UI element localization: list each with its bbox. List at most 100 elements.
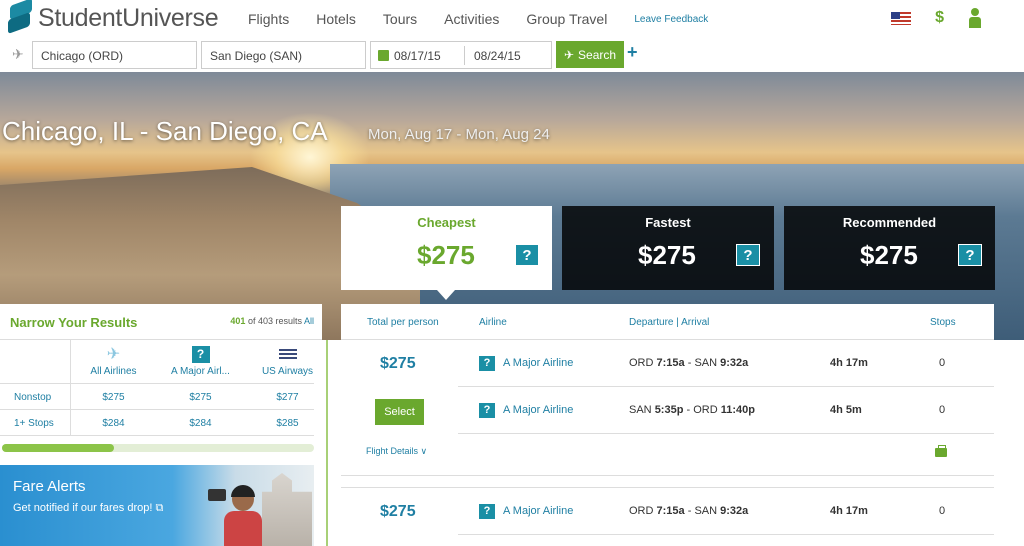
leg-times: ORD 7:15a - SAN 9:32a (629, 505, 749, 517)
return-date-input[interactable]: 08/24/15 (474, 49, 521, 63)
tab-cheapest[interactable]: Cheapest $275 ? (341, 206, 552, 290)
filter-col-label: US Airways (261, 366, 314, 377)
help-icon[interactable]: ? (479, 356, 495, 371)
leg-duration: 4h 5m (830, 404, 862, 416)
result-price: $275 (380, 355, 416, 372)
plane-icon: ✈ (12, 46, 24, 62)
leg-times: SAN 5:35p - ORD 11:40p (629, 404, 755, 416)
route-title: Chicago, IL - San Diego, CA (2, 116, 328, 146)
destination-input[interactable]: San Diego (SAN) (201, 41, 366, 69)
leg-duration: 4h 17m (830, 357, 868, 369)
nav-link-group-travel[interactable]: Group Travel (526, 11, 607, 27)
nav-link-tours[interactable]: Tours (383, 11, 417, 27)
leg-stops: 0 (939, 357, 946, 369)
results-header: Total per person Airline Departure | Arr… (341, 304, 994, 340)
filter-cell[interactable]: $275 (160, 392, 241, 403)
results-progress-fill (2, 444, 115, 452)
filter-cell[interactable]: $284 (160, 418, 241, 429)
tab-price: $275 (638, 240, 696, 270)
route-dates: Mon, Aug 17 - Mon, Aug 24 (368, 126, 550, 143)
narrow-results-header: Narrow Your Results 401 of 403 results A… (0, 304, 322, 340)
filter-matrix-header: ✈ All Airlines ? A Major Airl... US Airw… (0, 340, 314, 384)
add-flight-button[interactable]: + (627, 42, 638, 63)
help-icon[interactable]: ? (479, 403, 495, 418)
tab-fastest[interactable]: Fastest $275 ? (562, 206, 774, 290)
help-icon: ? (191, 345, 210, 363)
flight-details-link[interactable]: Flight Details ∨ (366, 446, 427, 457)
tab-price: $275 (860, 240, 918, 270)
flight-leg[interactable]: ? A Major Airline ORD 7:15a - SAN 9:32a … (458, 340, 994, 387)
date-range-field: 08/17/15 08/24/15 (370, 41, 552, 69)
airline-name[interactable]: A Major Airline (503, 357, 573, 369)
logo[interactable]: StudentUniverse (6, 0, 219, 35)
depart-date-input[interactable]: 08/17/15 (394, 49, 441, 63)
filter-col-major-airline[interactable]: ? A Major Airl... (160, 340, 241, 384)
filter-divider (70, 340, 71, 436)
baggage-icon[interactable] (935, 445, 947, 457)
filter-col-all-airlines[interactable]: ✈ All Airlines (73, 340, 154, 384)
tab-price: $275 (417, 240, 475, 270)
fare-alerts-banner[interactable]: Fare Alerts Get notified if our fares dr… (0, 465, 314, 546)
narrow-results-title: Narrow Your Results (10, 315, 138, 330)
traveler-image (208, 485, 268, 546)
filter-row-label[interactable]: Nonstop (14, 392, 51, 403)
result-price: $275 (380, 503, 416, 520)
filter-cell[interactable]: $275 (73, 392, 154, 403)
flight-leg[interactable]: ? A Major Airline ORD 7:15a - SAN 9:32a … (458, 488, 994, 535)
filter-cell[interactable]: $284 (73, 418, 154, 429)
results-progress-bar (2, 444, 314, 452)
result-divider (341, 475, 994, 476)
fare-alerts-subtitle: Get notified if our fares drop! ⧉ (13, 502, 164, 514)
filter-row-label[interactable]: 1+ Stops (14, 418, 54, 429)
nav-link-flights[interactable]: Flights (248, 11, 289, 27)
results-total: of 403 results (245, 316, 304, 326)
airline-name[interactable]: A Major Airline (503, 404, 573, 416)
airline-name[interactable]: A Major Airline (503, 505, 573, 517)
plane-icon: ✈ (563, 47, 575, 62)
result-card: $275 ? A Major Airline ORD 7:15a - SAN 9… (341, 488, 994, 546)
show-all-link[interactable]: All (304, 316, 314, 326)
select-button[interactable]: Select (375, 399, 424, 425)
currency-dollar-icon[interactable]: $ (935, 9, 944, 27)
user-account-icon[interactable] (968, 8, 982, 28)
calendar-icon[interactable] (378, 50, 389, 61)
date-divider (464, 46, 465, 65)
help-icon[interactable]: ? (736, 244, 760, 266)
nav-link-activities[interactable]: Activities (444, 11, 499, 27)
flight-leg[interactable]: ? A Major Airline SAN 5:35p - ORD 11:40p… (458, 387, 994, 434)
fare-alerts-title: Fare Alerts (13, 478, 86, 495)
tab-recommended[interactable]: Recommended $275 ? (784, 206, 995, 290)
help-icon[interactable]: ? (515, 244, 539, 266)
building-image (262, 473, 312, 546)
search-bar: ✈ Chicago (ORD) San Diego (SAN) 08/17/15… (0, 38, 1024, 72)
nav-link-hotels[interactable]: Hotels (316, 11, 356, 27)
search-button[interactable]: ✈ Search (556, 41, 624, 68)
filter-cell[interactable]: $277 (247, 392, 328, 403)
filter-col-us-airways[interactable]: US Airways (247, 340, 328, 384)
col-stops[interactable]: Stops (930, 317, 956, 328)
leg-times: ORD 7:15a - SAN 9:32a (629, 357, 749, 369)
all-airlines-icon: ✈ (106, 346, 121, 363)
logo-mark-icon (6, 0, 34, 35)
origin-input[interactable]: Chicago (ORD) (32, 41, 197, 69)
us-flag-icon[interactable] (891, 11, 912, 25)
logo-text: StudentUniverse (38, 3, 219, 32)
filter-row-nonstop: Nonstop $275 $275 $277 (0, 384, 314, 410)
help-icon[interactable]: ? (479, 504, 495, 519)
result-card: $275 ? A Major Airline ORD 7:15a - SAN 9… (341, 340, 994, 476)
tab-label: Recommended (842, 215, 937, 230)
results-count: 401 of 403 results All (230, 316, 314, 326)
filter-cell[interactable]: $285 (247, 418, 328, 429)
filter-row-stops: 1+ Stops $284 $284 $285 (0, 410, 314, 436)
leg-stops: 0 (939, 505, 946, 517)
panel-divider (326, 340, 328, 546)
leave-feedback-link[interactable]: Leave Feedback (634, 14, 708, 27)
search-button-label: Search (578, 47, 617, 62)
col-airline[interactable]: Airline (479, 317, 507, 328)
col-total-per-person[interactable]: Total per person (367, 317, 439, 328)
col-departure-arrival[interactable]: Departure | Arrival (629, 317, 709, 328)
filter-col-label: All Airlines (90, 366, 137, 377)
help-icon[interactable]: ? (958, 244, 982, 266)
leg-duration: 4h 17m (830, 505, 868, 517)
top-nav: StudentUniverse Flights Hotels Tours Act… (0, 0, 1024, 38)
